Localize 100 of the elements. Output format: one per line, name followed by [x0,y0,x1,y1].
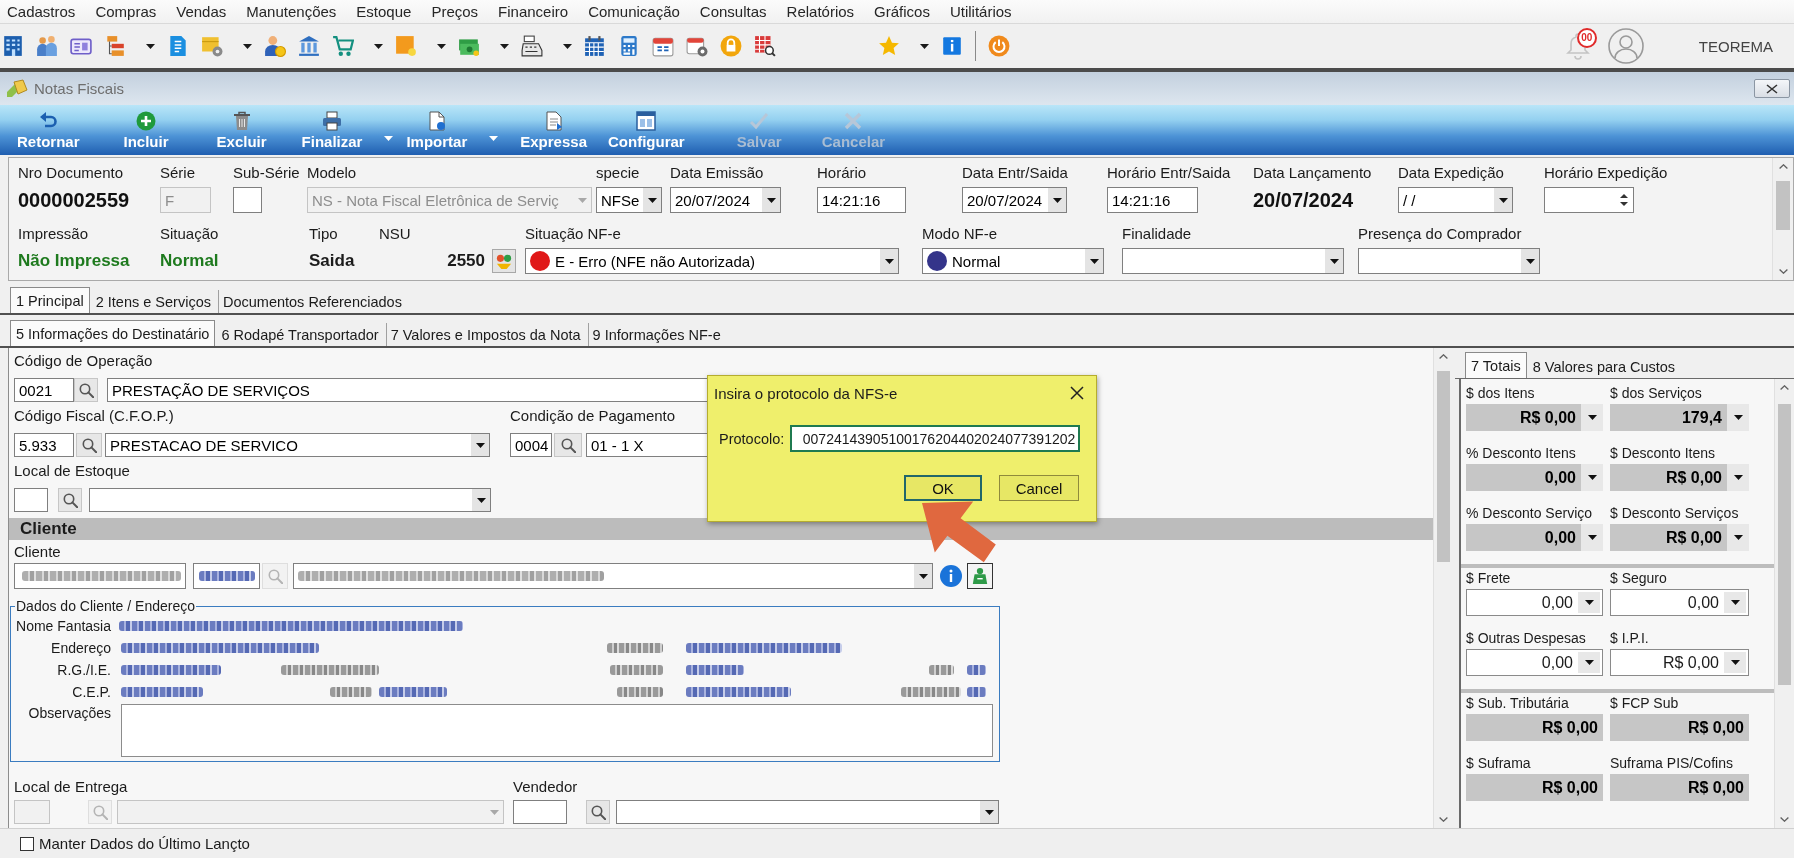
star-icon[interactable] [878,35,900,57]
ribbon-button[interactable]: Excluir [212,105,271,155]
tab[interactable]: 9 Informações NF-e [586,322,727,346]
search-button[interactable] [554,433,582,457]
scrollbar-thumb[interactable] [1437,371,1450,562]
text-field[interactable]: 14:21:16 [817,187,906,213]
search-button[interactable] [74,378,98,402]
cash-register-icon[interactable] [521,35,543,57]
search-button[interactable] [76,433,102,457]
amount-field[interactable]: 0,00 [1466,649,1603,676]
menu-item[interactable]: Estoque [356,1,412,22]
dropdown[interactable] [1122,248,1344,274]
amount-field[interactable]: 0,00 [1466,524,1603,551]
ribbon-button[interactable]: Expressa [516,105,591,155]
tab[interactable]: 8 Valores para Custos [1526,354,1682,378]
code-field[interactable] [513,800,567,824]
menu-item[interactable]: Cadastros [7,1,76,22]
checkbox[interactable] [20,836,34,851]
dialog-button[interactable]: Cancel [999,475,1079,501]
scroll-down-icon[interactable] [1439,817,1448,822]
tab[interactable]: 2 Itens e Serviços [89,289,217,313]
code-field[interactable]: 0021 [14,378,74,402]
code-field[interactable] [14,488,48,512]
box-gear-icon[interactable] [201,35,223,57]
dropdown[interactable]: PRESTACAO DE SERVICO [105,433,490,457]
search-button[interactable] [586,800,610,824]
hierarchy-icon[interactable] [104,35,126,57]
bank-icon[interactable] [298,35,320,57]
calculator-icon[interactable] [618,35,640,57]
caret-icon[interactable] [146,43,155,49]
search-button[interactable] [58,488,82,512]
menu-item[interactable]: Preços [431,1,479,22]
amount-field[interactable]: R$ 0,00 [1610,649,1749,676]
text-field[interactable]: 14:21:16 [1107,187,1198,213]
dropdown[interactable]: Normal [922,248,1104,274]
scrollbar-thumb[interactable] [1778,404,1791,685]
amount-field[interactable]: 0,00 [1466,589,1603,616]
menu-item[interactable]: Compras [95,1,157,22]
caret-icon[interactable] [374,43,383,49]
amount-field[interactable]: R$ 0,00 [1466,404,1603,431]
amount-field[interactable]: R$ 0,00 [1610,524,1749,551]
close-icon[interactable] [1070,386,1084,400]
text-field[interactable] [193,563,260,589]
person-coin-icon[interactable] [264,35,286,57]
menu-item[interactable]: Manutenções [246,1,337,22]
menu-item[interactable]: Comunicação [588,1,680,22]
time-spinner[interactable] [1544,187,1634,213]
menu-item[interactable]: Consultas [699,1,767,22]
scrollbar-thumb[interactable] [1776,181,1790,230]
code-field[interactable]: 5.933 [14,433,74,457]
ribbon-button[interactable]: Retornar [13,105,84,155]
tab[interactable]: Documentos Referenciados [216,289,408,313]
dropdown[interactable] [89,488,491,512]
ribbon-button[interactable]: Incluir [119,105,173,155]
ribbon-button[interactable]: Configurar [604,105,689,155]
dropdown[interactable] [616,800,999,824]
notes-field[interactable] [121,704,993,757]
info-icon[interactable] [940,565,962,587]
caret-icon[interactable] [437,43,446,49]
tab[interactable]: 5 Informações do Destinatário [10,320,216,346]
menu-item[interactable]: Relatórios [786,1,855,22]
text-field[interactable] [233,187,262,213]
menu-item[interactable]: Gráficos [874,1,930,22]
dropdown[interactable]: 20/07/2024 [670,187,781,213]
caret-icon[interactable] [920,43,929,49]
tab[interactable]: 7 Valores e Impostos da Nota [384,322,587,346]
protocol-field[interactable]: 00724143905100176204402024077391202 [790,425,1081,452]
close-button[interactable] [1754,79,1790,98]
people-icon[interactable] [36,35,58,57]
code-field[interactable] [14,563,186,589]
dropdown[interactable] [1358,248,1540,274]
calendar-icon[interactable] [652,35,674,57]
amount-field[interactable]: 179,4 [1610,404,1749,431]
caret-icon[interactable] [563,43,572,49]
calendar-grid-icon[interactable] [584,35,606,57]
scroll-up-icon[interactable] [1780,385,1789,390]
scroll-down-icon[interactable] [1778,269,1788,274]
dropdown[interactable]: 20/07/2024 [962,187,1067,213]
dialog-button[interactable]: OK [904,475,982,501]
amount-field[interactable]: 0,00 [1466,464,1603,491]
icon-button[interactable] [967,563,993,589]
caret-icon[interactable] [243,43,252,49]
amount-field[interactable]: R$ 0,00 [1610,464,1749,491]
scroll-up-icon[interactable] [1778,164,1788,169]
tab[interactable]: 7 Totais [1465,352,1527,378]
sequence-button[interactable] [492,249,516,273]
power-icon[interactable] [988,35,1010,57]
tab[interactable]: 6 Rodapé Transportador [215,322,385,346]
scroll-down-icon[interactable] [1780,817,1789,822]
user-name[interactable]: TEOREMA [1698,37,1773,55]
calendar-gear-icon[interactable] [686,35,708,57]
scrollbar[interactable] [1433,348,1453,828]
ribbon-button[interactable]: Finalizar [297,105,367,155]
avatar-icon[interactable] [1607,28,1644,64]
menu-item[interactable]: Financeiro [498,1,569,22]
table-search-icon[interactable] [754,35,776,57]
spin-arrows-icon[interactable] [1620,193,1628,207]
info-icon[interactable] [941,35,963,57]
amount-field[interactable]: 0,00 [1610,589,1749,616]
dropdown[interactable]: / / [1398,187,1513,213]
